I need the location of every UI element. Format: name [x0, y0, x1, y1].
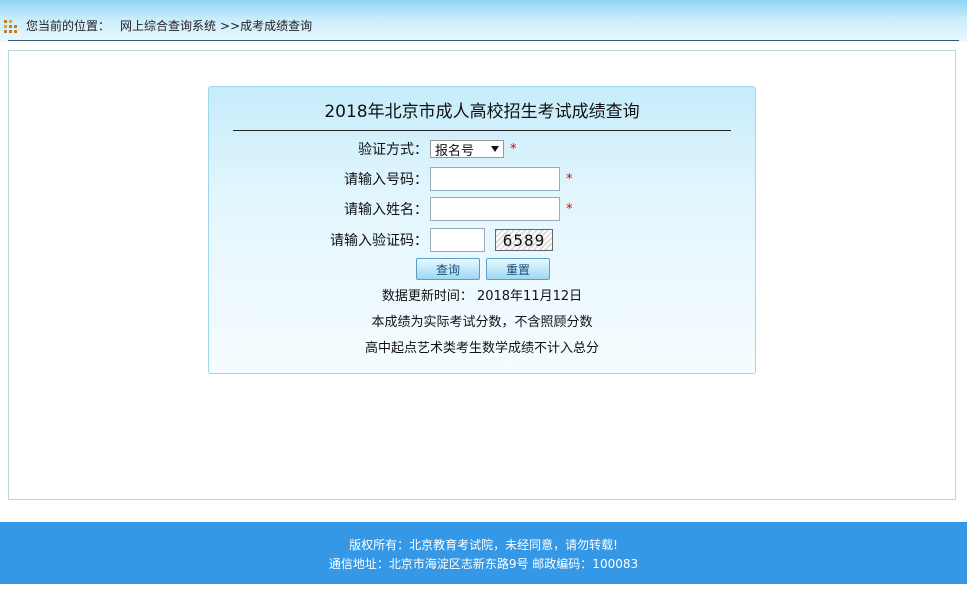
- update-time: 数据更新时间： 2018年11月12日: [381, 289, 583, 304]
- method-label: 验证方式：: [358, 142, 428, 158]
- footer-copyright: 版权所有：北京教育考试院，未经同意，请勿转载!: [349, 538, 618, 552]
- grid-icon: [4, 19, 18, 33]
- required-mark: *: [566, 201, 573, 217]
- name-input[interactable]: [430, 197, 560, 221]
- query-button[interactable]: 查询: [416, 258, 480, 280]
- captcha-row: 请输入验证码： 6589: [209, 228, 755, 252]
- chevron-down-icon: [491, 146, 499, 152]
- number-row: 请输入号码： *: [209, 167, 755, 191]
- panel-title: 2018年北京市成人高校招生考试成绩查询: [324, 102, 640, 122]
- method-selected-value: 报名号: [435, 143, 475, 159]
- breadcrumb-section[interactable]: 网上综合查询系统: [120, 17, 216, 34]
- number-label: 请输入号码：: [344, 172, 428, 188]
- title-divider: [233, 130, 731, 131]
- note-line-2: 高中起点艺术类考生数学成绩不计入总分: [364, 341, 599, 356]
- breadcrumb: 您当前的位置： 网上综合查询系统 >>成考成绩查询: [4, 17, 312, 34]
- method-select[interactable]: 报名号: [430, 140, 504, 159]
- method-row: 验证方式： 报名号 *: [209, 137, 755, 161]
- reset-button[interactable]: 重置: [486, 258, 550, 280]
- required-mark: *: [510, 141, 517, 157]
- footer-address: 通信地址：北京市海淀区志新东路9号 邮政编码：100083: [328, 557, 639, 571]
- breadcrumb-current: >>成考成绩查询: [220, 19, 313, 33]
- number-input[interactable]: [430, 167, 560, 191]
- name-label: 请输入姓名：: [344, 202, 428, 218]
- required-mark: *: [566, 171, 573, 187]
- captcha-text: 6589: [502, 230, 546, 250]
- note-line-1: 本成绩为实际考试分数，不含照顾分数: [371, 315, 593, 330]
- captcha-input[interactable]: [430, 228, 485, 252]
- name-row: 请输入姓名： *: [209, 197, 755, 221]
- top-header: 您当前的位置： 网上综合查询系统 >>成考成绩查询: [0, 0, 967, 42]
- header-divider: [8, 40, 959, 41]
- query-panel: 2018年北京市成人高校招生考试成绩查询 验证方式： 报名号 * 请输入号码： …: [208, 86, 756, 374]
- breadcrumb-prefix: 您当前的位置：: [26, 19, 111, 33]
- footer: 版权所有：北京教育考试院，未经同意，请勿转载! 通信地址：北京市海淀区志新东路9…: [0, 522, 967, 584]
- captcha-image[interactable]: 6589: [495, 229, 553, 251]
- captcha-label: 请输入验证码：: [330, 233, 428, 249]
